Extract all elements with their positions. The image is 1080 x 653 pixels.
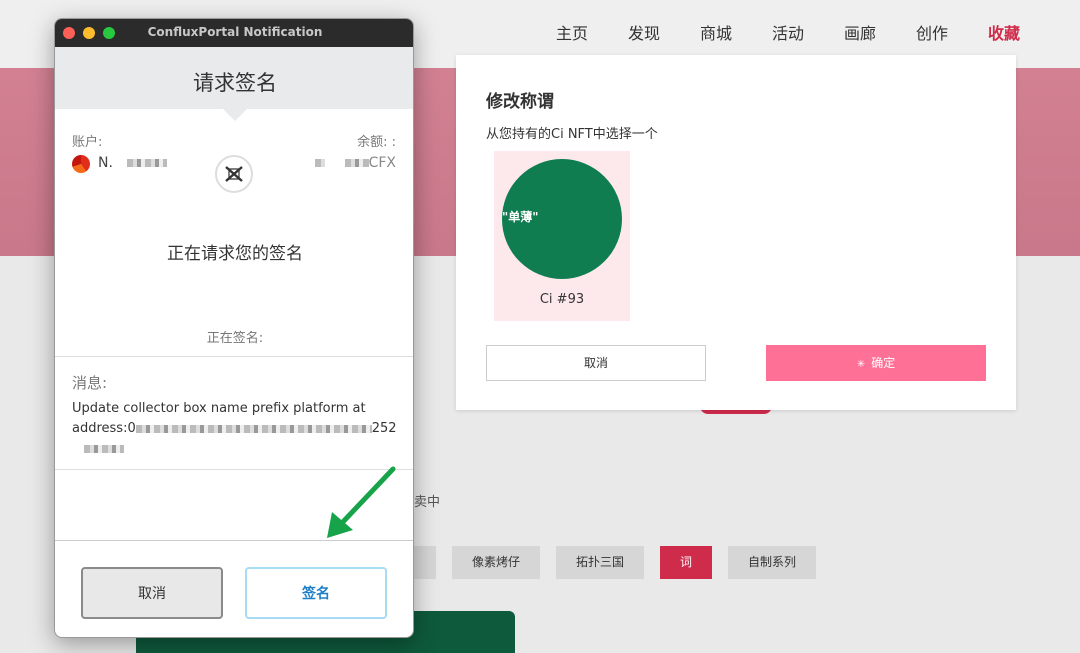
annotation-arrow-icon <box>327 466 396 538</box>
